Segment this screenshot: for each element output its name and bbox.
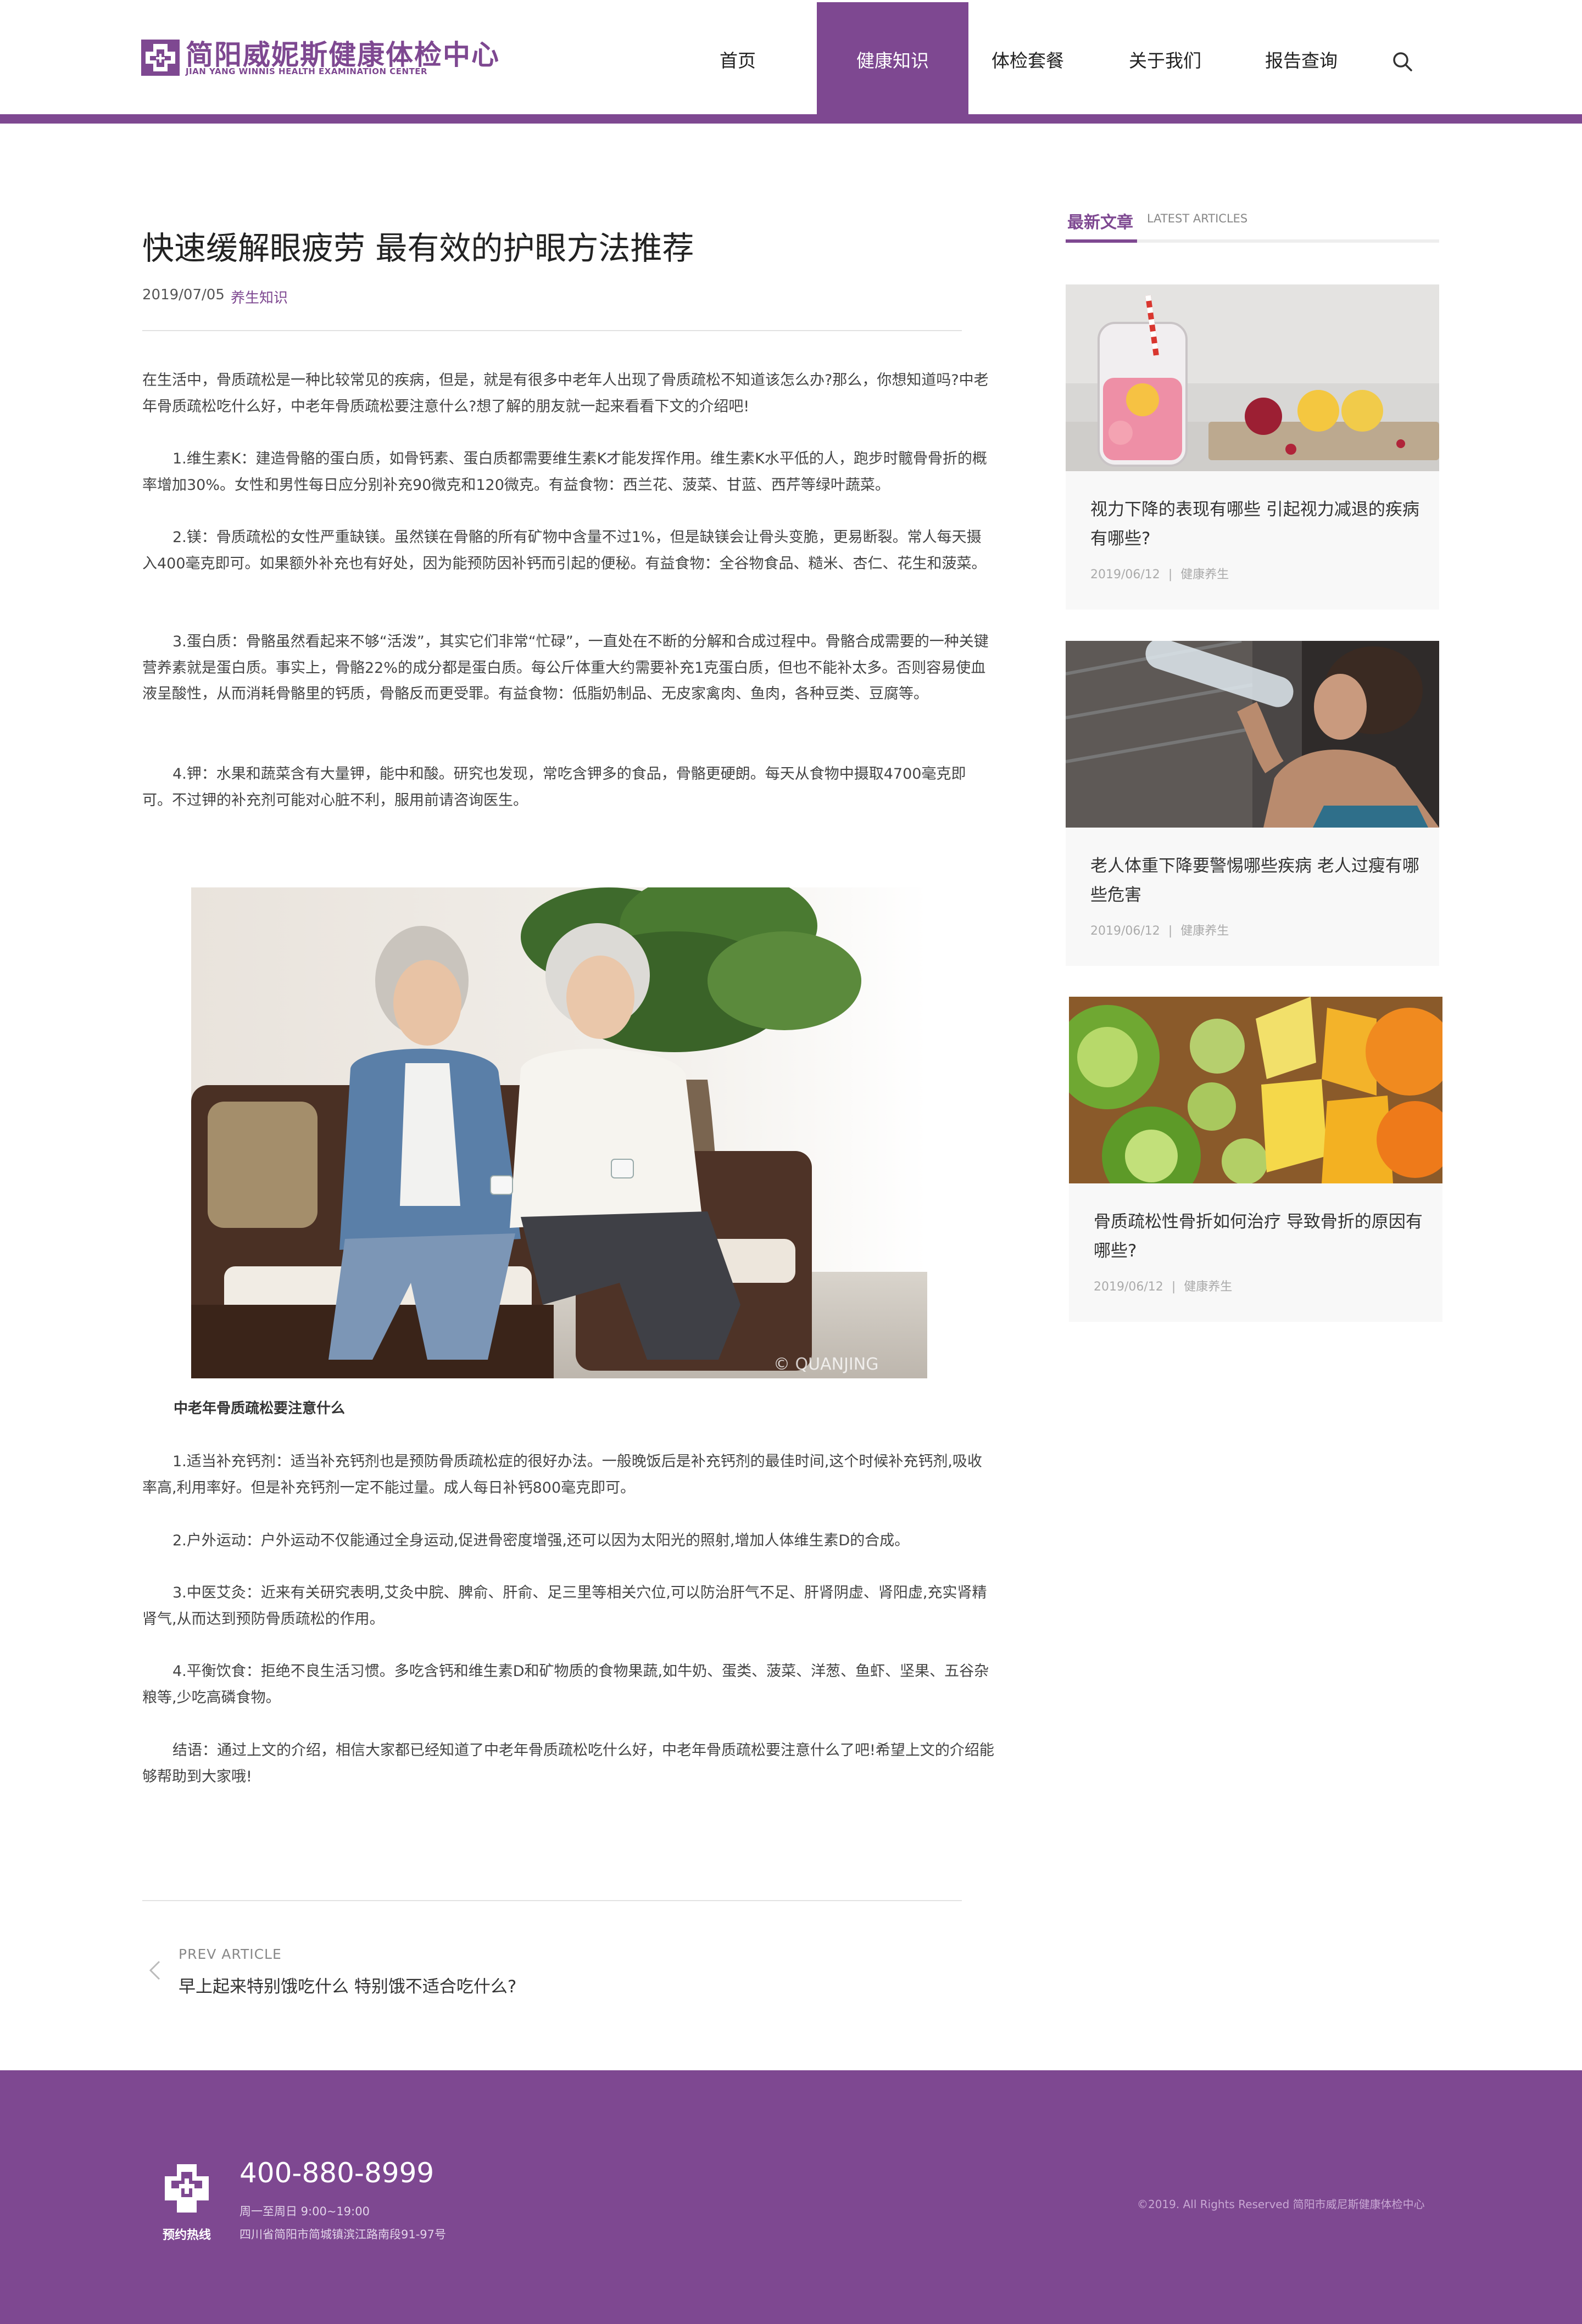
article-paragraph: 1.维生素K：建造骨骼的蛋白质，如骨钙素、蛋白质都需要维生素K才能发挥作用。维生… (142, 450, 987, 494)
latest-article-card[interactable]: 骨质疏松性骨折如何治疗 导致骨折的原因有哪些? 2019/06/12 | 健康养… (1069, 997, 1442, 1322)
article-paragraph: 3.中医艾灸：近来有关研究表明,艾灸中脘、脾俞、肝俞、足三里等相关穴位,可以防治… (142, 1584, 987, 1628)
latest-article-title[interactable]: 视力下降的表现有哪些 引起视力减退的疾病有哪些? (1090, 495, 1420, 554)
latest-article-card[interactable]: 老人体重下降要警惕哪些疾病 老人过瘦有哪些危害 2019/06/12 | 健康养… (1066, 641, 1439, 966)
latest-article-meta: 2019/06/12 | 健康养生 (1090, 565, 1229, 582)
meta-separator: | (1168, 924, 1173, 938)
article-paragraph: 1.适当补充钙剂：适当补充钙剂也是预防骨质疏松症的很好办法。一般晚饭后是补充钙剂… (142, 1453, 982, 1496)
address: 四川省简阳市简城镇滨江路南段91-97号 (239, 2228, 447, 2241)
article-thumbnail[interactable] (1066, 641, 1439, 828)
chevron-left-icon[interactable] (147, 1959, 163, 1981)
latest-article-date: 2019/06/12 (1094, 1280, 1163, 1294)
prev-article-label: PREV ARTICLE (179, 1946, 282, 1962)
header-accent-bar (0, 114, 1582, 124)
prev-article-link[interactable]: 早上起来特别饿吃什么 特别饿不适合吃什么? (179, 1973, 516, 1997)
nav-health-knowledge[interactable]: 健康知识 (817, 2, 968, 114)
article-thumbnail[interactable] (1066, 284, 1439, 471)
sidebar-title: 最新文章 (1067, 213, 1133, 232)
footer-logo-icon (165, 2164, 209, 2213)
nav-checkup-packages[interactable]: 体检套餐 (983, 0, 1072, 114)
nav-about-us[interactable]: 关于我们 (1121, 0, 1210, 114)
logo-icon[interactable] (141, 40, 180, 76)
latest-article-card[interactable]: 视力下降的表现有哪些 引起视力减退的疾病有哪些? 2019/06/12 | 健康… (1066, 284, 1439, 610)
article-paragraph: 在生活中，骨质疏松是一种比较常见的疾病，但是，就是有很多中老年人出现了骨质疏松不… (142, 372, 989, 415)
nav-report-query[interactable]: 报告查询 (1257, 0, 1346, 114)
article-paragraph: 2.镁：骨质疏松的女性严重缺镁。虽然镁在骨骼的所有矿物中含量不过1%，但是缺镁会… (142, 529, 987, 572)
article-paragraph: 4.平衡饮食：拒绝不良生活习惯。多吃含钙和维生素D和矿物质的食物果蔬,如牛奶、蛋… (142, 1663, 989, 1706)
logo-text-en: JIAN YANG WINNIS HEALTH EXAMINATION CENT… (186, 66, 428, 76)
copyright: ©2019. All Rights Reserved 简阳市威尼斯健康体检中心 (1137, 2198, 1425, 2211)
image-caption: 中老年骨质疏松要注意什么 (174, 1400, 346, 1417)
latest-article-date: 2019/06/12 (1090, 924, 1160, 938)
sidebar-subtitle: LATEST ARTICLES (1147, 212, 1248, 225)
opening-hours: 周一至周日 9:00~19:00 (239, 2205, 370, 2218)
divider (142, 1900, 962, 1901)
meta-separator: | (1171, 1280, 1176, 1294)
sidebar-divider-accent (1066, 239, 1137, 243)
latest-article-date: 2019/06/12 (1090, 568, 1160, 582)
divider (142, 330, 962, 331)
article-paragraph: 2.户外运动：户外运动不仅能通过全身运动,促进骨密度增强,还可以因为太阳光的照射… (172, 1532, 910, 1549)
article-title: 快速缓解眼疲劳 最有效的护眼方法推荐 (142, 230, 694, 267)
article-paragraph: 4.钾：水果和蔬菜含有大量钾，能中和酸。研究也发现，常吃含钾多的食品，骨骼更硬朗… (142, 766, 966, 809)
article-thumbnail[interactable] (1069, 997, 1442, 1183)
latest-article-title[interactable]: 骨质疏松性骨折如何治疗 导致骨折的原因有哪些? (1094, 1208, 1423, 1266)
article-paragraph: 结语：通过上文的介绍，相信大家都已经知道了中老年骨质疏松吃什么好，中老年骨质疏松… (142, 1742, 994, 1785)
image-watermark: © QUANJING (773, 1355, 878, 1374)
latest-article-category: 健康养生 (1180, 924, 1229, 938)
latest-article-meta: 2019/06/12 | 健康养生 (1090, 921, 1229, 938)
meta-separator: | (1168, 568, 1173, 582)
latest-article-title[interactable]: 老人体重下降要警惕哪些疾病 老人过瘦有哪些危害 (1090, 852, 1420, 910)
site-header: 简阳威妮斯健康体检中心 JIAN YANG WINNIS HEALTH EXAM… (0, 0, 1582, 114)
search-icon[interactable] (1391, 51, 1413, 72)
latest-article-category: 健康养生 (1184, 1280, 1233, 1294)
latest-article-category: 健康养生 (1180, 568, 1229, 582)
nav-home[interactable]: 首页 (693, 0, 782, 114)
article-category-link[interactable]: 养生知识 (231, 287, 288, 307)
latest-article-meta: 2019/06/12 | 健康养生 (1094, 1277, 1232, 1294)
article-date: 2019/07/05 (142, 287, 225, 303)
hotline-phone[interactable]: 400-880-8999 (239, 2157, 434, 2189)
hotline-label: 预约热线 (163, 2228, 211, 2242)
article-image: © QUANJING (191, 887, 927, 1378)
article-paragraph: 3.蛋白质：骨骼虽然看起来不够“活泼”，其实它们非常“忙碌”，一直处在不断的分解… (142, 633, 989, 702)
